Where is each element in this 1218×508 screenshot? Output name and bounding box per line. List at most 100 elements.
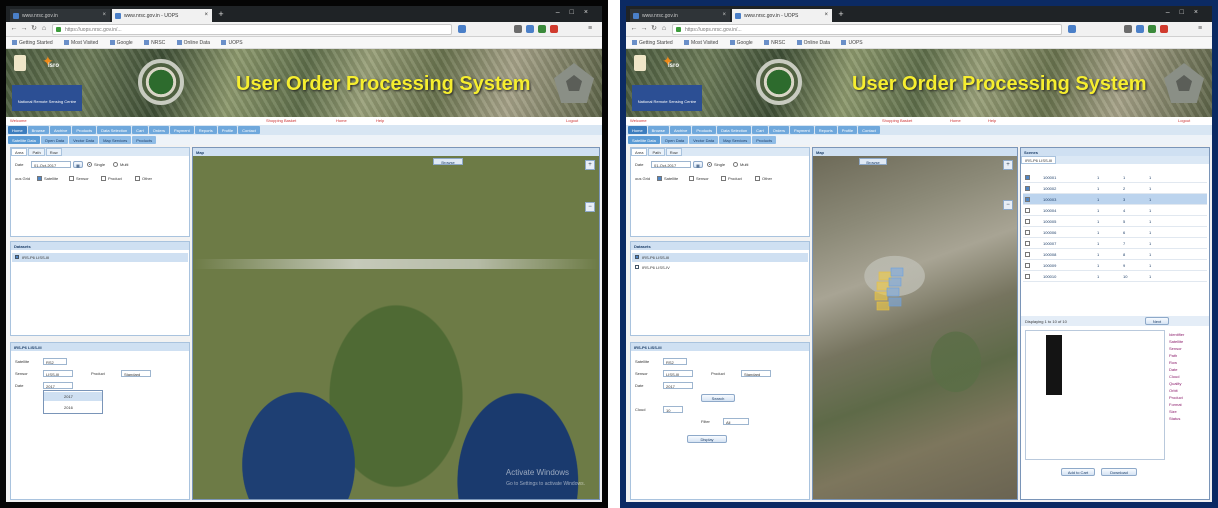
menu-tab[interactable]: Home bbox=[628, 126, 647, 134]
table-row[interactable]: 100001 1 1 1 bbox=[1023, 172, 1207, 183]
reload-icon[interactable]: ↻ bbox=[30, 25, 38, 33]
abp-icon[interactable] bbox=[550, 25, 558, 33]
quicklook-image[interactable] bbox=[1046, 335, 1062, 395]
date-field[interactable]: 01-Oct-2017 bbox=[651, 161, 691, 168]
abp-icon[interactable] bbox=[1160, 25, 1168, 33]
home-icon[interactable]: ⌂ bbox=[660, 25, 668, 33]
basket-link[interactable]: Shopping Basket bbox=[882, 118, 912, 123]
logout-link[interactable]: Logout bbox=[566, 118, 578, 123]
menu-tab[interactable]: Browse bbox=[27, 126, 50, 134]
submenu-tab[interactable]: Map Services bbox=[99, 136, 132, 144]
scene-footprint[interactable] bbox=[874, 291, 888, 301]
dropdown-option[interactable]: 2017 bbox=[44, 392, 102, 401]
satellite-map[interactable]: Browse + − Activate Windows Go to Settin… bbox=[193, 156, 599, 499]
new-tab-icon[interactable]: + bbox=[836, 9, 846, 19]
satellite-select[interactable]: RS2 bbox=[43, 358, 67, 365]
scene-footprint[interactable] bbox=[888, 297, 902, 307]
submenu-tab[interactable]: Map Services bbox=[719, 136, 752, 144]
tab-area[interactable]: Area bbox=[631, 148, 648, 156]
menu-icon[interactable]: ≡ bbox=[1196, 25, 1204, 33]
add-to-cart-button[interactable]: Add to Cart bbox=[1061, 468, 1095, 476]
scene-footprint[interactable] bbox=[886, 287, 900, 297]
zoom-out-icon[interactable]: − bbox=[1003, 200, 1013, 210]
calendar-icon[interactable]: ▦ bbox=[693, 161, 703, 168]
library-icon[interactable] bbox=[1124, 25, 1132, 33]
submenu-tab[interactable]: Satellite Data bbox=[628, 136, 660, 144]
tree-checkbox[interactable] bbox=[635, 265, 639, 269]
menu-tab[interactable]: Cart bbox=[752, 126, 768, 134]
single-radio[interactable] bbox=[87, 162, 92, 167]
bookmark-item[interactable]: NRSC bbox=[144, 40, 165, 46]
zoom-in-icon[interactable]: + bbox=[1003, 160, 1013, 170]
browser-tab-active[interactable]: www.nrsc.gov.in - UOPS × bbox=[732, 9, 832, 22]
map-browse-button[interactable]: Browse bbox=[433, 158, 463, 165]
date-select[interactable]: 2017 bbox=[663, 382, 693, 389]
tab-path[interactable]: Path bbox=[28, 148, 45, 156]
satellite-map[interactable]: Browse + − bbox=[813, 156, 1017, 499]
row-checkbox[interactable] bbox=[1025, 219, 1030, 224]
menu-tab[interactable]: Data Selection bbox=[717, 126, 752, 134]
submenu-tab[interactable]: Vector Data bbox=[689, 136, 719, 144]
sync-icon[interactable] bbox=[1136, 25, 1144, 33]
scene-footprint[interactable] bbox=[876, 301, 890, 311]
menu-tab[interactable]: Browse bbox=[647, 126, 670, 134]
tree-item[interactable]: IRS-P6 LISS-IV bbox=[632, 263, 808, 272]
dropdown-option[interactable]: 2016 bbox=[44, 403, 102, 412]
product-select[interactable]: Standard bbox=[741, 370, 771, 377]
menu-tab[interactable]: Archive bbox=[50, 126, 72, 134]
table-row[interactable]: 100004 1 4 1 bbox=[1023, 205, 1207, 216]
home-link[interactable]: Home bbox=[950, 118, 961, 123]
help-link[interactable]: Help bbox=[988, 118, 996, 123]
row-checkbox[interactable] bbox=[1025, 252, 1030, 257]
menu-tab[interactable]: Payment bbox=[169, 126, 194, 134]
display-button[interactable]: Display bbox=[687, 435, 727, 443]
option-checkbox[interactable] bbox=[755, 176, 760, 181]
menu-tab[interactable]: Products bbox=[692, 126, 717, 134]
next-button[interactable]: Next bbox=[1145, 317, 1169, 325]
scene-footprint[interactable] bbox=[890, 267, 904, 277]
close-icon[interactable]: × bbox=[824, 12, 828, 18]
scene-footprints[interactable] bbox=[873, 266, 923, 336]
submenu-tab[interactable]: Products bbox=[752, 136, 777, 144]
table-row[interactable]: 100010 1 10 1 bbox=[1023, 271, 1207, 282]
tab-row[interactable]: Row bbox=[45, 148, 62, 156]
help-link[interactable]: Help bbox=[376, 118, 384, 123]
menu-tab[interactable]: Contact bbox=[858, 126, 880, 134]
row-checkbox[interactable] bbox=[1025, 208, 1030, 213]
menu-tab[interactable]: Profile bbox=[217, 126, 238, 134]
option-checkbox[interactable] bbox=[37, 176, 42, 181]
addon-icon[interactable] bbox=[538, 25, 546, 33]
browser-tab-active[interactable]: www.nrsc.gov.in - UOPS × bbox=[112, 9, 212, 22]
table-row[interactable]: 100005 1 5 1 bbox=[1023, 216, 1207, 227]
table-row[interactable]: 100009 1 9 1 bbox=[1023, 260, 1207, 271]
forward-icon[interactable]: → bbox=[20, 25, 28, 33]
logout-link[interactable]: Logout bbox=[1178, 118, 1190, 123]
date-field[interactable]: 01-Oct-2017 bbox=[31, 161, 71, 168]
submenu-tab[interactable]: Vector Data bbox=[69, 136, 99, 144]
bookmark-item[interactable]: UOPS bbox=[841, 40, 862, 46]
addon-icon[interactable] bbox=[1148, 25, 1156, 33]
submenu-tab[interactable]: Open Data bbox=[660, 136, 689, 144]
bookmark-star-icon[interactable] bbox=[1068, 25, 1076, 33]
cloud-field[interactable]: 10 bbox=[663, 406, 683, 413]
menu-tab[interactable]: Reports bbox=[194, 126, 217, 134]
library-icon[interactable] bbox=[514, 25, 522, 33]
tree-item[interactable]: IRS-P6 LISS-III bbox=[632, 253, 808, 262]
option-checkbox[interactable] bbox=[69, 176, 74, 181]
close-icon[interactable]: × bbox=[204, 12, 208, 18]
sync-icon[interactable] bbox=[526, 25, 534, 33]
option-checkbox[interactable] bbox=[135, 176, 140, 181]
map-browse-button[interactable]: Browse bbox=[859, 158, 887, 165]
url-bar[interactable]: https://uops.nrsc.gov.in/... bbox=[672, 24, 1062, 35]
close-icon[interactable]: × bbox=[722, 12, 726, 18]
tab-row[interactable]: Row bbox=[665, 148, 682, 156]
option-checkbox[interactable] bbox=[101, 176, 106, 181]
single-radio[interactable] bbox=[707, 162, 712, 167]
back-icon[interactable]: ← bbox=[630, 25, 638, 33]
forward-icon[interactable]: → bbox=[640, 25, 648, 33]
bookmark-item[interactable]: Online Data bbox=[177, 40, 210, 46]
bookmark-item[interactable]: Online Data bbox=[797, 40, 830, 46]
table-row-selected[interactable]: 100003 1 3 1 bbox=[1023, 194, 1207, 205]
zoom-in-icon[interactable]: + bbox=[585, 160, 595, 170]
menu-tab[interactable]: Contact bbox=[238, 126, 260, 134]
